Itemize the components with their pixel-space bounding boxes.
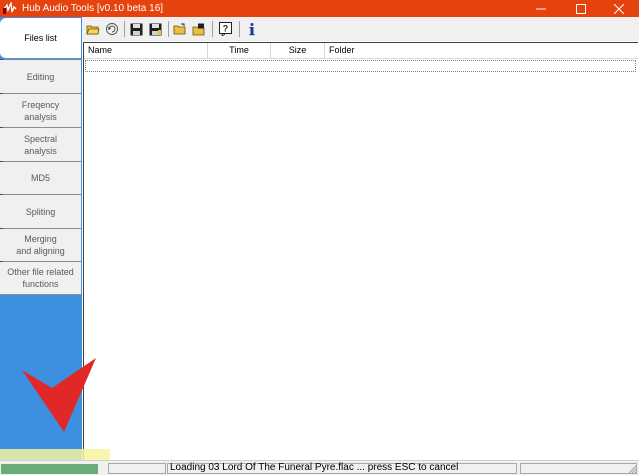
tab-frequency-analysis[interactable]: Freqency analysis (0, 93, 81, 128)
toolbar: ? (82, 17, 639, 41)
info-button[interactable] (244, 21, 260, 37)
status-panel (108, 463, 166, 474)
svg-text:?: ? (223, 24, 229, 34)
window-title: Hub Audio Tools [v0.10 beta 16] (22, 3, 164, 14)
tab-marker (0, 194, 3, 195)
tab-label: Editing (26, 71, 55, 82)
tab-editing[interactable]: Editing (0, 59, 81, 94)
maximize-button[interactable] (561, 0, 601, 17)
tab-files-list[interactable]: Files list (0, 18, 81, 59)
open-file-button[interactable] (172, 21, 188, 37)
status-panel (520, 463, 637, 474)
resize-grip-icon[interactable] (627, 464, 637, 474)
save-icon (130, 23, 142, 35)
app-icon (3, 2, 17, 14)
files-list-view[interactable]: Name Time Size Folder (83, 42, 638, 460)
column-header-folder[interactable]: Folder (325, 43, 638, 58)
open-folder-icon (86, 25, 100, 34)
save-all-icon (149, 23, 161, 35)
arrow-down-icon (22, 358, 96, 432)
tab-spectral-analysis[interactable]: Spectral analysis (0, 127, 81, 162)
minimize-icon (536, 8, 546, 9)
tab-label: Freqency analysis (21, 99, 60, 122)
column-header-time[interactable]: Time (208, 43, 271, 58)
column-header-name[interactable]: Name (84, 43, 208, 58)
tab-marker (0, 228, 3, 229)
progress-bar (1, 464, 98, 474)
list-header: Name Time Size Folder (84, 43, 638, 59)
open-folder-button[interactable] (85, 21, 101, 37)
maximize-icon (576, 3, 586, 14)
save-all-button[interactable] (147, 21, 163, 37)
tab-spliting[interactable]: Spliting (0, 194, 81, 229)
tab-marker (0, 127, 3, 128)
minimize-button[interactable] (521, 0, 561, 17)
toolbar-separator (124, 21, 125, 37)
toolbar-separator (168, 21, 169, 37)
refresh-icon (106, 23, 118, 35)
help-button[interactable]: ? (218, 21, 234, 37)
tab-marker (0, 161, 3, 162)
tab-label: Spliting (25, 206, 56, 217)
tab-marker (0, 59, 3, 60)
focus-row[interactable] (85, 60, 636, 72)
status-text: Loading 03 Lord Of The Funeral Pyre.flac… (170, 462, 459, 473)
column-header-size[interactable]: Size (271, 43, 325, 58)
toolbar-separator (239, 21, 240, 37)
title-bar: Hub Audio Tools [v0.10 beta 16] (0, 0, 639, 17)
tab-label: Other file related functions (7, 267, 74, 289)
help-icon: ? (219, 22, 232, 36)
tab-label: Spectral analysis (23, 133, 58, 156)
refresh-button[interactable] (104, 21, 120, 37)
tab-merging-aligning[interactable]: Merging and aligning (0, 228, 81, 262)
open-file-icon (173, 23, 186, 34)
tab-label: Files list (24, 33, 57, 43)
tab-md5[interactable]: MD5 (0, 161, 81, 195)
tab-marker (0, 93, 3, 94)
save-button[interactable] (128, 21, 144, 37)
tab-other-file-functions[interactable]: Other file related functions (0, 261, 81, 295)
close-button[interactable] (599, 0, 639, 17)
open-files-icon (192, 23, 205, 35)
tab-label: MD5 (30, 173, 50, 183)
close-icon (614, 3, 624, 14)
tab-label: Merging and aligning (16, 234, 65, 256)
toolbar-separator (212, 21, 213, 37)
info-icon (249, 23, 255, 36)
status-bar: Loading 03 Lord Of The Funeral Pyre.flac… (0, 460, 639, 475)
tab-marker (0, 261, 3, 262)
open-files-button[interactable] (191, 21, 207, 37)
